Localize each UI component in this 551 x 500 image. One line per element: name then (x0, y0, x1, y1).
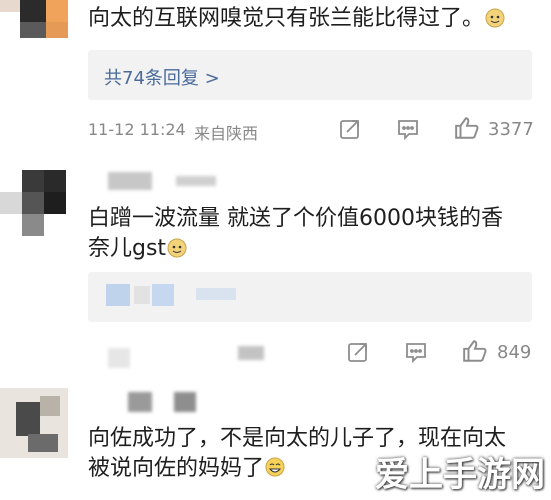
avatar[interactable] (0, 0, 68, 40)
comment-text: 白蹭一波流量 就送了个价值6000块钱的香 (88, 206, 503, 231)
comment-text: 向太的互联网嗅觉只有张兰能比得过了。 (88, 4, 506, 37)
share-icon[interactable] (346, 340, 370, 364)
reply-box[interactable] (88, 272, 532, 322)
comment-text-continued: 奈儿gst (88, 234, 188, 267)
emoji-icon (264, 456, 286, 487)
thumbs-up-icon[interactable] (462, 338, 488, 364)
like-count: 3377 (488, 119, 534, 140)
avatar[interactable] (0, 388, 68, 458)
timestamp (108, 348, 130, 368)
share-icon[interactable] (338, 117, 362, 141)
comment-text-continued: 被说向佐的妈妈了 (88, 454, 286, 487)
reply-box[interactable]: 共74条回复 > (88, 50, 532, 100)
like-count: 849 (497, 342, 532, 363)
comment-icon[interactable] (404, 340, 428, 364)
emoji-icon (166, 236, 188, 267)
location: 来自陕西 (194, 124, 259, 143)
view-replies-link[interactable]: 共74条回复 > (104, 64, 220, 90)
timestamp: 11-12 11:24 (88, 120, 186, 139)
location (238, 346, 264, 360)
username[interactable] (108, 172, 152, 190)
emoji-icon (484, 6, 506, 37)
thumbs-up-icon[interactable] (454, 115, 480, 141)
comment-icon[interactable] (396, 117, 420, 141)
watermark: 爱上手游网 (375, 455, 545, 495)
avatar[interactable] (0, 170, 68, 240)
user-badge (174, 392, 196, 412)
user-badge (176, 176, 216, 186)
username[interactable] (128, 392, 152, 412)
